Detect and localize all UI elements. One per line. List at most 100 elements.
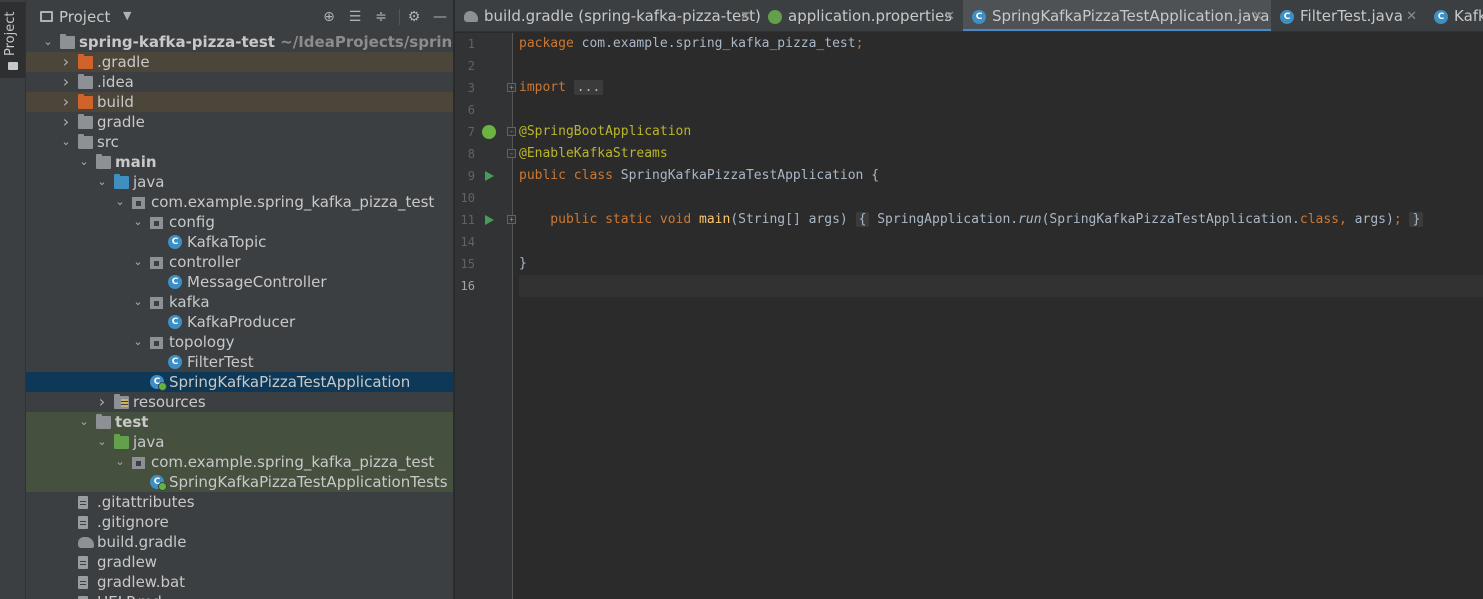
code-token[interactable]: { (855, 212, 870, 227)
run-icon[interactable] (485, 171, 494, 181)
spring-bean-icon[interactable] (482, 125, 496, 139)
tree-node[interactable]: C SpringKafkaPizzaTestApplicationTests (26, 472, 453, 492)
editor-tab[interactable]: C SpringKafkaPizzaTestApplication.java ✕ (963, 0, 1271, 31)
chevron-right-icon[interactable]: › (60, 112, 72, 132)
tree-node[interactable]: ⌄ spring-kafka-pizza-test ~/IdeaProjects/… (26, 32, 453, 52)
code-line[interactable]: } (519, 253, 1483, 275)
tree-node[interactable]: ⌄ com.example.spring_kafka_pizza_test (26, 452, 453, 472)
tree-node[interactable]: ⌄ src (26, 132, 453, 152)
tree-node[interactable]: › gradle (26, 112, 453, 132)
tree-node[interactable]: › build (26, 92, 453, 112)
tree-node[interactable]: ⌄ topology (26, 332, 453, 352)
tree-node-label: gradlew (97, 553, 158, 571)
chevron-down-icon[interactable]: ⌄ (96, 432, 108, 452)
collapse-all-icon[interactable]: ≑ (372, 7, 390, 27)
chevron-down-icon[interactable]: ▼ (123, 9, 131, 22)
editor-tab[interactable]: application.properties ✕ (759, 0, 963, 31)
code-line[interactable]: @EnableKafkaStreams (519, 143, 1483, 165)
tree-node[interactable]: C KafkaProducer (26, 312, 453, 332)
editor-tab[interactable]: build.gradle (spring-kafka-pizza-test) ✕ (455, 0, 761, 31)
gear-icon[interactable]: ⚙ (405, 7, 423, 27)
code-line[interactable] (519, 275, 1483, 297)
close-icon[interactable]: ✕ (944, 0, 955, 31)
class-icon: C (168, 235, 182, 249)
code-token[interactable]: } (1409, 212, 1424, 227)
tree-node[interactable]: HELP.md (26, 592, 453, 599)
tree-node[interactable]: C SpringKafkaPizzaTestApplication (26, 372, 453, 392)
tree-node[interactable]: › resources (26, 392, 453, 412)
toolbar-divider (399, 9, 400, 25)
chevron-down-icon[interactable]: ⌄ (132, 292, 144, 312)
chevron-right-icon[interactable]: › (60, 72, 72, 92)
chevron-down-icon[interactable]: ⌄ (60, 132, 72, 152)
chevron-down-icon[interactable]: ⌄ (132, 332, 144, 352)
code-line[interactable]: import ... (519, 77, 1483, 99)
chevron-down-icon[interactable]: ⌄ (132, 252, 144, 272)
chevron-right-icon[interactable]: › (96, 392, 108, 412)
tree-node[interactable]: build.gradle (26, 532, 453, 552)
code-line[interactable] (519, 55, 1483, 77)
code-line[interactable]: package com.example.spring_kafka_pizza_t… (519, 33, 1483, 55)
tree-node[interactable]: C KafkaTopic (26, 232, 453, 252)
chevron-down-icon[interactable]: ⌄ (78, 152, 90, 172)
tree-node[interactable]: .gitattributes (26, 492, 453, 512)
locate-file-icon[interactable]: ⊕ (320, 7, 338, 27)
close-icon[interactable]: ✕ (1252, 0, 1263, 31)
tree-node[interactable]: ⌄ kafka (26, 292, 453, 312)
fold-collapse-icon[interactable]: - (507, 149, 516, 158)
chevron-down-icon[interactable]: ⌄ (42, 32, 54, 52)
code-line[interactable]: public static void main(String[] args) {… (519, 209, 1483, 231)
tree-node[interactable]: ⌄ test (26, 412, 453, 432)
tree-node[interactable]: C FilterTest (26, 352, 453, 372)
chevron-down-icon[interactable]: ⌄ (114, 192, 126, 212)
chevron-down-icon[interactable]: ⌄ (132, 212, 144, 232)
tree-node[interactable]: gradlew (26, 552, 453, 572)
tree-node[interactable]: ⌄ com.example.spring_kafka_pizza_test (26, 192, 453, 212)
code-line[interactable] (519, 231, 1483, 253)
fold-collapse-icon[interactable]: - (507, 127, 516, 136)
fold-expand-icon[interactable]: + (507, 83, 516, 92)
tree-node[interactable]: gradlew.bat (26, 572, 453, 592)
tree-node[interactable]: C MessageController (26, 272, 453, 292)
tree-node[interactable]: ⌄ main (26, 152, 453, 172)
project-view-selector[interactable]: Project (59, 8, 110, 26)
close-icon[interactable]: ✕ (1406, 0, 1417, 31)
tree-node[interactable]: .gitignore (26, 512, 453, 532)
tree-node-label: com.example.spring_kafka_pizza_test (151, 453, 435, 471)
code-token[interactable]: ... (573, 80, 604, 95)
chevron-right-icon[interactable]: › (60, 52, 72, 72)
project-tree[interactable]: ⌄ spring-kafka-pizza-test ~/IdeaProjects/… (26, 32, 453, 599)
code-line[interactable]: @SpringBootApplication (519, 121, 1483, 143)
code-token: com.example.spring_kafka_pizza_test (581, 36, 856, 51)
code-token: SpringKafkaPizzaTestApplication { (620, 168, 880, 183)
code-line[interactable] (519, 99, 1483, 121)
tree-node[interactable]: › .idea (26, 72, 453, 92)
package-icon (150, 297, 163, 309)
fold-expand-icon[interactable]: + (507, 215, 516, 224)
tree-node[interactable]: ⌄ java (26, 172, 453, 192)
spring-properties-icon (768, 10, 782, 24)
editor-tab[interactable]: C Kafk (1425, 0, 1483, 31)
code-token: (SpringKafkaPizzaTestApplication. (1041, 212, 1300, 227)
editor-tab[interactable]: C FilterTest.java ✕ (1271, 0, 1425, 31)
close-icon[interactable]: ✕ (740, 0, 751, 31)
code-line[interactable]: public class SpringKafkaPizzaTestApplica… (519, 165, 1483, 187)
tree-node[interactable]: ⌄ config (26, 212, 453, 232)
chevron-right-icon[interactable]: › (60, 92, 72, 112)
line-number: 16 (460, 279, 475, 293)
class-icon: C (168, 315, 182, 329)
tree-node[interactable]: ⌄ java (26, 432, 453, 452)
run-icon[interactable] (485, 215, 494, 225)
hide-panel-icon[interactable]: — (431, 7, 449, 27)
editor-gutter[interactable]: 1 2 3 +6 7-8-9 10 11 +14 15 16 (455, 33, 516, 599)
chevron-down-icon[interactable]: ⌄ (78, 412, 90, 432)
tree-node[interactable]: › .gradle (26, 52, 453, 72)
spring-boot-class-icon: C (150, 375, 167, 391)
code-editor[interactable]: 1 2 3 +6 7-8-9 10 11 +14 15 16 package com.exampl… (455, 33, 1483, 599)
tree-node[interactable]: ⌄ controller (26, 252, 453, 272)
project-tool-window-tab[interactable]: Project (0, 2, 25, 78)
expand-all-icon[interactable]: ☰ (346, 7, 364, 27)
code-line[interactable] (519, 187, 1483, 209)
chevron-down-icon[interactable]: ⌄ (114, 452, 126, 472)
chevron-down-icon[interactable]: ⌄ (96, 172, 108, 192)
